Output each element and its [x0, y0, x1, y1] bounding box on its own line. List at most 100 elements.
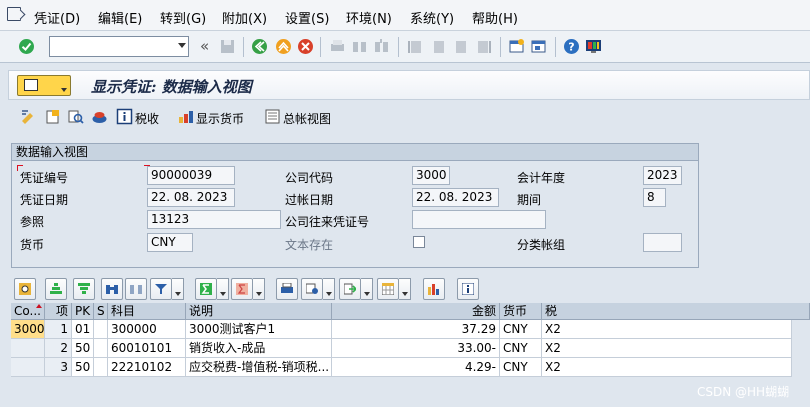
col-header-currency[interactable]: 货币 — [500, 303, 542, 320]
views-dropdown[interactable] — [323, 278, 335, 300]
customize-layout-icon[interactable] — [585, 38, 602, 55]
table-row-2-tax[interactable]: X2 — [542, 339, 792, 358]
menu-document[interactable]: 凭证(D) — [34, 8, 80, 27]
views-button[interactable] — [301, 278, 323, 300]
table-row-1-tax[interactable]: X2 — [542, 320, 792, 339]
total-button[interactable] — [195, 278, 217, 300]
details-button[interactable] — [14, 278, 36, 300]
subtotal-dropdown[interactable] — [253, 278, 265, 300]
table-row-1-company[interactable]: 3000 — [11, 320, 45, 339]
table-row-1-item[interactable]: 1 — [45, 320, 72, 339]
subtotal-button[interactable] — [231, 278, 253, 300]
ledger-group-field[interactable] — [643, 233, 682, 252]
company-field[interactable]: 3000 — [412, 166, 450, 185]
collapse-icon[interactable]: « — [200, 37, 209, 55]
enter-check-icon[interactable] — [18, 38, 35, 55]
screen-menu-button[interactable] — [17, 75, 71, 96]
col-header-s[interactable]: S — [94, 303, 108, 320]
table-row-3-description[interactable]: 应交税费-增值税-销项税... — [186, 358, 332, 377]
currency-field[interactable]: CNY — [147, 233, 193, 252]
last-page-icon[interactable] — [475, 38, 492, 55]
menu-edit[interactable]: 编辑(E) — [98, 8, 142, 27]
help-icon[interactable]: ? — [563, 38, 580, 55]
filter-button[interactable] — [150, 278, 172, 300]
table-row-1-currency[interactable]: CNY — [500, 320, 542, 339]
filter-dropdown[interactable] — [172, 278, 184, 300]
table-row-1-pk[interactable]: 01 — [72, 320, 94, 339]
next-page-icon[interactable] — [453, 38, 470, 55]
export-button[interactable] — [339, 278, 361, 300]
menu-extras[interactable]: 附加(X) — [222, 8, 267, 27]
ledger-view-icon[interactable] — [264, 108, 281, 125]
table-row-2-company[interactable] — [11, 339, 45, 358]
table-row-3-amount[interactable]: 4.29- — [332, 358, 500, 377]
menu-settings[interactable]: 设置(S) — [285, 8, 329, 27]
back-icon[interactable] — [251, 38, 268, 55]
other-document-icon[interactable] — [44, 108, 61, 125]
period-field[interactable]: 8 — [643, 188, 666, 207]
chevron-down-icon[interactable] — [178, 43, 186, 48]
layout-button[interactable] — [377, 278, 399, 300]
col-header-item[interactable]: 项 — [45, 303, 72, 320]
find-next-button[interactable] — [125, 278, 147, 300]
menu-help[interactable]: 帮助(H) — [472, 8, 518, 27]
text-exists-checkbox[interactable] — [413, 236, 425, 248]
ledger-view-button[interactable]: 总帐视图 — [283, 110, 331, 127]
sort-descending-button[interactable] — [73, 278, 95, 300]
table-row-3-item[interactable]: 3 — [45, 358, 72, 377]
info-icon[interactable] — [116, 108, 133, 125]
total-dropdown[interactable] — [217, 278, 229, 300]
previous-page-icon[interactable] — [430, 38, 447, 55]
table-row-3-s[interactable] — [94, 358, 108, 377]
save-icon[interactable] — [219, 38, 236, 55]
intercompany-field[interactable] — [412, 210, 546, 229]
table-row-1-amount[interactable]: 37.29 — [332, 320, 500, 339]
menu-environment[interactable]: 环境(N) — [346, 8, 392, 27]
table-row-3-pk[interactable]: 50 — [72, 358, 94, 377]
sort-ascending-button[interactable] — [45, 278, 67, 300]
table-row-3-account[interactable]: 22210102 — [108, 358, 186, 377]
layout-dropdown[interactable] — [399, 278, 411, 300]
reference-field[interactable]: 13123 — [147, 210, 281, 229]
menu-system[interactable]: 系统(Y) — [410, 8, 454, 27]
command-field[interactable] — [49, 36, 189, 57]
col-header-pk[interactable]: PK — [72, 303, 94, 320]
col-header-description[interactable]: 说明 — [186, 303, 332, 320]
first-page-icon[interactable] — [407, 38, 424, 55]
export-dropdown[interactable] — [361, 278, 373, 300]
doc-no-field[interactable]: 90000039 — [147, 166, 235, 185]
graphic-button[interactable] — [423, 278, 445, 300]
table-row-2-description[interactable]: 销货收入-成品 — [186, 339, 332, 358]
table-row-3-company[interactable] — [11, 358, 45, 377]
table-row-1-s[interactable] — [94, 320, 108, 339]
shortcut-icon[interactable] — [530, 38, 547, 55]
display-change-icon[interactable] — [20, 108, 37, 125]
table-row-3-currency[interactable]: CNY — [500, 358, 542, 377]
tax-button[interactable]: 税收 — [135, 110, 159, 127]
table-row-2-account[interactable]: 60010101 — [108, 339, 186, 358]
table-row-3-tax[interactable]: X2 — [542, 358, 792, 377]
table-row-2-item[interactable]: 2 — [45, 339, 72, 358]
system-menu-icon[interactable] — [7, 7, 21, 21]
cancel-icon[interactable] — [297, 38, 314, 55]
find-next-icon[interactable] — [373, 38, 390, 55]
table-row-2-pk[interactable]: 50 — [72, 339, 94, 358]
hold-document-icon[interactable] — [91, 108, 108, 125]
col-header-account[interactable]: 科目 — [108, 303, 186, 320]
table-row-1-description[interactable]: 3000测试客户1 — [186, 320, 332, 339]
currency-icon[interactable] — [178, 108, 195, 125]
table-row-2-currency[interactable]: CNY — [500, 339, 542, 358]
print-icon[interactable] — [329, 38, 346, 55]
document-overview-icon[interactable] — [67, 108, 84, 125]
table-row-2-s[interactable] — [94, 339, 108, 358]
show-currency-button[interactable]: 显示货币 — [196, 110, 244, 127]
menu-goto[interactable]: 转到(G) — [160, 8, 206, 27]
table-row-2-amount[interactable]: 33.00- — [332, 339, 500, 358]
col-header-amount[interactable]: 金额 — [332, 303, 500, 320]
post-date-field[interactable]: 22. 08. 2023 — [412, 188, 499, 207]
print-preview-button[interactable] — [276, 278, 298, 300]
col-header-tax[interactable]: 税 — [542, 303, 810, 320]
table-row-1-account[interactable]: 300000 — [108, 320, 186, 339]
find-icon[interactable] — [351, 38, 368, 55]
exit-icon[interactable] — [275, 38, 292, 55]
